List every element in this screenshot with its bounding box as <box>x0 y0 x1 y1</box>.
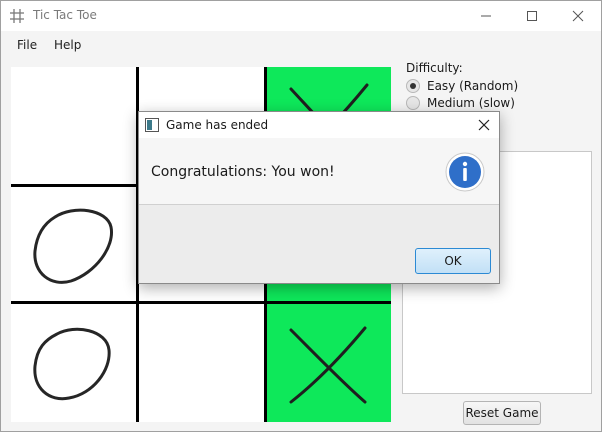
close-icon <box>478 119 490 131</box>
game-ended-dialog: Game has ended Congratulations: You won!… <box>138 111 500 284</box>
menu-bar: File Help <box>1 32 601 58</box>
menu-file[interactable]: File <box>17 38 37 52</box>
ok-button[interactable]: OK <box>415 248 491 274</box>
dialog-close-button[interactable] <box>474 115 494 135</box>
board-cell-2-1[interactable] <box>139 304 264 422</box>
difficulty-option-label: Easy (Random) <box>427 78 519 93</box>
close-icon <box>572 10 584 22</box>
board-cell-2-2[interactable] <box>267 304 391 422</box>
dialog-window-icon <box>145 118 159 132</box>
maximize-icon <box>527 11 537 21</box>
minimize-icon <box>481 15 491 17</box>
o-mark-icon <box>33 327 111 401</box>
dialog-message: Congratulations: You won! <box>151 164 335 180</box>
grid-line-horizontal-2 <box>11 301 391 304</box>
difficulty-option-easy[interactable]: Easy (Random) <box>406 77 556 94</box>
board-cell-2-0[interactable] <box>11 304 136 422</box>
o-mark-icon <box>33 208 113 284</box>
x-mark-icon <box>289 326 367 404</box>
dialog-title: Game has ended <box>166 118 269 132</box>
board-cell-0-0[interactable] <box>11 67 136 184</box>
minimize-button[interactable] <box>463 1 509 31</box>
reset-game-button[interactable]: Reset Game <box>463 401 541 425</box>
dialog-header: Congratulations: You won! <box>139 138 499 205</box>
difficulty-label: Difficulty: <box>406 61 463 75</box>
board-cell-1-0[interactable] <box>11 187 136 301</box>
menu-help[interactable]: Help <box>54 38 81 52</box>
dialog-title-bar[interactable]: Game has ended <box>139 112 499 138</box>
info-icon <box>445 152 485 192</box>
hash-grid-icon <box>10 9 24 23</box>
close-window-button[interactable] <box>555 1 601 31</box>
radio-unselected-icon <box>406 95 420 110</box>
difficulty-option-medium[interactable]: Medium (slow) <box>406 94 556 111</box>
difficulty-option-label: Medium (slow) <box>427 95 515 110</box>
window-title: Tic Tac Toe <box>33 8 97 22</box>
radio-selected-icon <box>406 78 420 93</box>
app-window: Tic Tac Toe File Help Difficulty: Easy (… <box>0 0 602 432</box>
title-bar[interactable]: Tic Tac Toe <box>1 1 601 31</box>
maximize-button[interactable] <box>509 1 555 31</box>
